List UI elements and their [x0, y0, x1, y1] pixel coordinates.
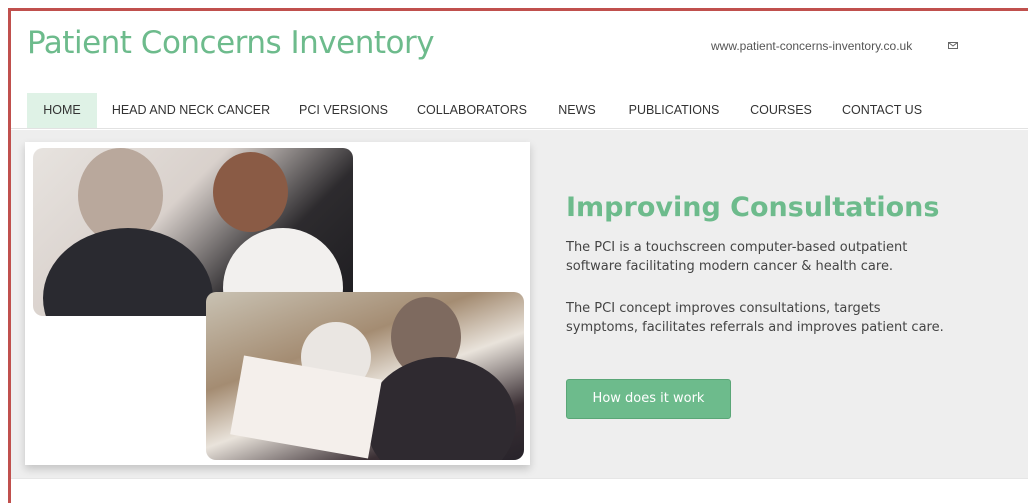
nav-item-collaborators[interactable]: COLLABORATORS — [414, 93, 530, 128]
hero-section: Improving Consultations The PCI is a tou… — [11, 130, 1028, 478]
hero-photo-card — [25, 142, 530, 465]
nav-item-news[interactable]: NEWS — [553, 93, 601, 128]
site-title[interactable]: Patient Concerns Inventory — [27, 25, 435, 61]
nav-item-courses[interactable]: COURSES — [746, 93, 816, 128]
hero-paragraph-2: The PCI concept improves consultations, … — [566, 301, 944, 335]
hero-photo-document — [206, 292, 524, 460]
site-header: Patient Concerns Inventory www.patient-c… — [11, 11, 1028, 91]
site-url[interactable]: www.patient-concerns-inventory.co.uk — [711, 39, 912, 53]
how-does-it-work-button[interactable]: How does it work — [566, 379, 731, 419]
page-bottom — [11, 478, 1028, 503]
mail-icon[interactable] — [948, 42, 958, 49]
main-nav: HOME HEAD AND NECK CANCER PCI VERSIONS C… — [11, 93, 1028, 129]
hero-heading: Improving Consultations — [566, 192, 940, 223]
nav-item-pci-versions[interactable]: PCI VERSIONS — [296, 93, 391, 128]
window-frame: Patient Concerns Inventory www.patient-c… — [8, 8, 1028, 503]
nav-item-head-and-neck-cancer[interactable]: HEAD AND NECK CANCER — [111, 93, 271, 128]
hero-paragraph-1: The PCI is a touchscreen computer-based … — [566, 240, 908, 274]
nav-item-publications[interactable]: PUBLICATIONS — [623, 93, 725, 128]
nav-item-contact-us[interactable]: CONTACT US — [837, 93, 927, 128]
nav-item-home[interactable]: HOME — [27, 93, 97, 128]
hero-photo-tablet — [33, 148, 353, 316]
